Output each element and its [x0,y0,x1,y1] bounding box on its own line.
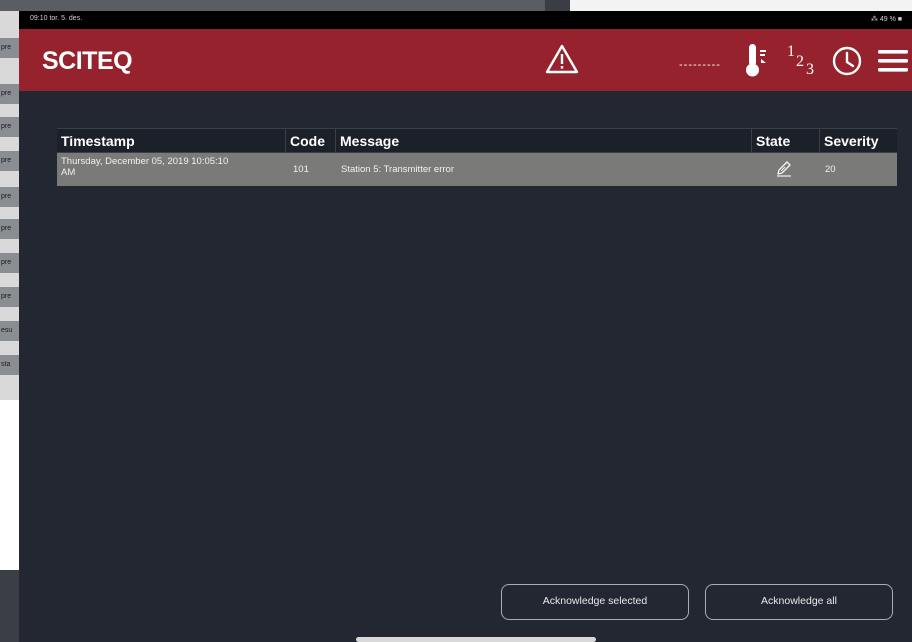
timestamp-line: AM [61,167,76,178]
column-header-severity[interactable]: Severity [819,129,897,153]
acknowledge-all-button[interactable]: Acknowledge all [705,584,893,620]
numeric-icon-digit: 1 [787,43,795,60]
background-list-item: pre [0,219,19,239]
column-header-timestamp[interactable]: Timestamp [57,129,285,153]
column-header-state[interactable]: State [751,129,819,153]
timestamp-line: Thursday, December 05, 2019 10:05:10 [61,156,229,167]
numeric-values-icon[interactable]: 1 2 3 [784,43,820,79]
hamburger-menu-icon[interactable] [877,47,909,75]
background-list-item: sta [0,355,19,375]
acknowledge-selected-button[interactable]: Acknowledge selected [501,584,689,620]
pencil-icon [777,161,791,177]
background-list-item: pre [0,38,19,58]
background-list-item: pre [0,187,19,207]
cell-timestamp: Thursday, December 05, 2019 10:05:10 AM [57,153,285,186]
warning-icon[interactable] [545,43,579,75]
background-list-item: pre [0,84,19,104]
value-indicator: --------- [679,59,721,71]
background-list-item: pre [0,117,19,137]
background-list-item: pre [0,151,19,171]
background-panel [570,0,912,11]
alarm-screen: 09:10 tor. 5. des. ⁂ 49 % ■ SCITEQ -----… [19,11,912,642]
background-list-item: pre [0,287,19,307]
background-list-item: pre [0,253,19,273]
alarm-table: Timestamp Code Message State Severity Th… [57,128,897,186]
status-bar: 09:10 tor. 5. des. ⁂ 49 % ■ [19,11,912,29]
home-indicator[interactable] [356,637,596,642]
cell-code: 101 [293,164,309,175]
ipad-screenshot: pre pre pre pre pre pre pre pre esu sta … [0,0,912,642]
numeric-icon-digit: 2 [796,53,804,70]
status-battery: ⁂ 49 % ■ [870,16,902,23]
cell-message: Station 5: Transmitter error [341,164,454,175]
background-list-item: esu [0,321,19,341]
table-header: Timestamp Code Message State Severity [57,128,897,153]
numeric-icon-digit: 3 [806,61,814,78]
status-time-date: 09:10 tor. 5. des. [30,15,83,22]
column-header-message[interactable]: Message [335,129,751,153]
thermometer-icon[interactable] [741,41,771,79]
clock-icon[interactable] [831,45,863,77]
table-row[interactable]: Thursday, December 05, 2019 10:05:10 AM … [57,153,897,186]
column-header-code[interactable]: Code [285,129,335,153]
background-panel-dark [0,570,19,642]
cell-severity: 20 [825,164,836,175]
sciteq-logo: SCITEQ [42,47,133,75]
background-panel-bottom [0,400,19,570]
app-header: SCITEQ --------- 1 2 3 [19,29,912,91]
cell-state [775,153,815,186]
